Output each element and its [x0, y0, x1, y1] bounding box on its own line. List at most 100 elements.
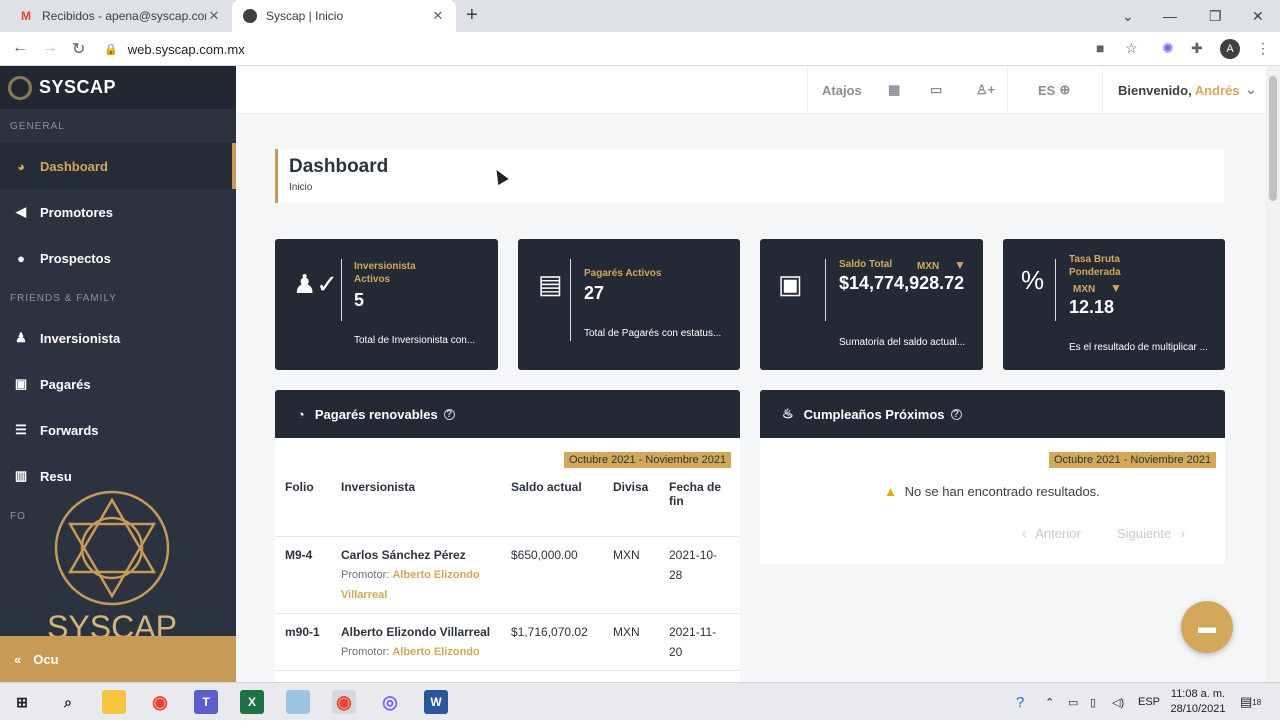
forward-icon[interactable]: → — [42, 39, 58, 57]
card-pagares[interactable]: ▤ Pagarés Activos 27 Total de Pagarés co… — [518, 239, 740, 370]
profile-avatar[interactable]: A — [1220, 39, 1240, 59]
sidebar-item-forwards[interactable]: ☰ Forwards — [0, 407, 236, 453]
prev-page-button[interactable]: ‹ Anterior — [1022, 526, 1081, 541]
gmail-icon: M — [21, 9, 31, 23]
menu-dots-icon[interactable]: ⋮ — [1256, 40, 1270, 57]
lock-icon: 🔒 — [104, 43, 118, 56]
language-selector[interactable]: ES ⊕ — [1038, 66, 1070, 114]
back-icon[interactable]: ← — [12, 39, 28, 57]
tab-title: Recibidos - apena@syscap.com.mx — [42, 9, 206, 23]
currency-label: MXN — [1073, 284, 1096, 295]
browser-tabstrip: M Recibidos - apena@syscap.com.mx ✕ Sysc… — [0, 0, 1280, 32]
table-row[interactable]: m90-1 Alberto Elizondo Villarreal Promot… — [275, 613, 739, 671]
add-user-icon[interactable]: ♙+ — [976, 66, 995, 114]
minimize-button[interactable]: — — [1163, 0, 1177, 32]
double-chevron-left-icon: « — [14, 651, 22, 667]
chrome-icon[interactable]: ◉ — [148, 690, 172, 714]
sidebar-item-label: Prospectos — [40, 250, 111, 266]
collapse-sidebar-button[interactable]: « Ocu — [0, 636, 236, 682]
card-label: Tasa Bruta Ponderada — [1069, 254, 1121, 278]
chat-button[interactable]: ▬ — [1181, 601, 1233, 653]
discord-icon[interactable]: ◎ — [378, 690, 402, 714]
calculator-icon[interactable]: ▦ — [888, 66, 900, 114]
app-icon[interactable] — [286, 690, 310, 714]
tab-search-icon[interactable]: ⌄ — [1122, 0, 1134, 32]
col-fecha-fin[interactable]: Fecha de fin — [659, 472, 739, 537]
balance-cell: $650,000.00 — [501, 536, 603, 614]
card-desc: Total de Pagarés con estatus... — [584, 328, 722, 339]
brand[interactable]: SYSCAP — [0, 66, 236, 109]
sidebar-item-promotores[interactable]: ◀ Promotores — [0, 189, 236, 235]
promoter-prefix: Promotor: — [341, 568, 390, 581]
url-text: web.syscap.com.mx — [127, 41, 245, 57]
new-tab-button[interactable]: + — [466, 4, 478, 27]
card-label: Inversionista Activos — [354, 261, 416, 285]
tab-gmail[interactable]: M Recibidos - apena@syscap.com.mx ✕ — [8, 0, 232, 32]
system-clock[interactable]: 11:08 a. m. 28/10/2021 — [1168, 687, 1228, 717]
chrome-profile-icon[interactable]: ◉ — [332, 690, 356, 714]
help-icon[interactable]: ? — [443, 408, 455, 420]
card-tasa-bruta[interactable]: % Tasa Bruta Ponderada MXN ▼ 12.18 Es el… — [1003, 239, 1225, 370]
tab-syscap[interactable]: Syscap | Inicio ✕ — [232, 0, 456, 32]
sidebar-item-inversionista[interactable]: ♟ Inversionista — [0, 315, 236, 361]
notifications-icon[interactable]: ▤ 18 — [1240, 683, 1261, 721]
end-date-cell: 2021-11-20 — [659, 613, 739, 671]
language-indicator[interactable]: ESP — [1138, 683, 1160, 721]
next-page-button[interactable]: Siguiente › — [1117, 526, 1185, 541]
help-tray-icon[interactable]: ? — [1016, 683, 1024, 721]
teams-icon[interactable]: T — [194, 690, 218, 714]
excel-icon[interactable]: X — [240, 690, 264, 714]
card-label: Pagarés Activos — [584, 268, 662, 279]
user-name: Andrés — [1194, 82, 1240, 98]
reload-icon[interactable]: ↻ — [72, 39, 85, 59]
volume-icon[interactable]: ◁) — [1112, 683, 1124, 721]
empty-state: ▲ No se han encontrado resultados. — [760, 484, 1224, 499]
shortcuts-label: Atajos — [822, 82, 862, 98]
col-folio[interactable]: Folio — [275, 472, 331, 537]
promoter-link[interactable]: Alberto Elizondo — [392, 646, 479, 658]
windows-start-icon[interactable]: ⊞ — [10, 690, 34, 714]
camera-icon[interactable]: ■ — [1096, 40, 1104, 56]
col-saldo[interactable]: Saldo actual — [501, 472, 603, 537]
investor-cell: Alberto Elizondo Villarreal Promotor: Al… — [331, 613, 501, 671]
help-icon[interactable]: ? — [950, 408, 962, 420]
file-explorer-icon[interactable] — [102, 690, 126, 714]
url-field[interactable]: 🔒 web.syscap.com.mx — [104, 36, 1154, 62]
puzzle-icon[interactable]: ✚ — [1191, 40, 1203, 57]
panel-pagares-renovables: ◔ Pagarés renovables ? Octubre 2021 - No… — [275, 390, 740, 682]
user-menu[interactable]: Bienvenido, Andrés ⌄ — [1118, 66, 1256, 114]
bookmark-star-icon[interactable]: ☆ — [1125, 40, 1138, 57]
close-tab-icon[interactable]: ✕ — [206, 8, 222, 24]
panel-header: ◔ Pagarés renovables ? — [275, 390, 740, 438]
user-icon: ♟ — [15, 330, 27, 345]
sidebar-item-pagares[interactable]: ▣ Pagarés — [0, 361, 236, 407]
close-window-button[interactable]: ✕ — [1252, 0, 1264, 32]
panel-header: ♨ Cumpleaños Próximos ? — [760, 390, 1225, 438]
card-value: 12.18 — [1069, 297, 1115, 317]
breadcrumb[interactable]: Inicio — [289, 182, 1213, 193]
battery-icon[interactable]: ▯ — [1090, 683, 1096, 721]
table-row[interactable]: M9-4 Carlos Sánchez Pérez Promotor: Albe… — [275, 536, 739, 614]
extension-color-icon[interactable]: ✺ — [1162, 40, 1174, 57]
syscap-favicon-icon — [242, 8, 258, 24]
chevron-up-icon[interactable]: ⌃ — [1045, 683, 1054, 721]
main-content: Dashboard Inicio ♟✓ Inversionista Activo… — [236, 114, 1266, 682]
col-inversionista[interactable]: Inversionista — [331, 472, 501, 537]
page-scrollbar[interactable] — [1266, 66, 1280, 682]
card-value: 27 — [584, 283, 605, 303]
network-icon[interactable]: ▭ — [1068, 683, 1078, 721]
word-icon[interactable]: W — [424, 690, 448, 714]
sidebar-item-prospectos[interactable]: ● Prospectos — [0, 235, 236, 281]
search-icon[interactable]: ⌕ — [56, 690, 80, 714]
money-icon[interactable]: ▭ — [930, 66, 942, 114]
close-tab-icon[interactable]: ✕ — [430, 8, 446, 24]
sidebar-item-dashboard[interactable]: ◕ Dashboard — [0, 143, 236, 189]
megaphone-icon: ◀ — [16, 204, 26, 219]
currency-selector[interactable]: MXN ▼ — [917, 258, 966, 272]
card-saldo-total[interactable]: ▣ Saldo Total MXN ▼ $14,774,928.72 Sumat… — [760, 239, 983, 370]
currency-selector[interactable]: MXN ▼ — [1073, 281, 1122, 295]
card-inversionistas[interactable]: ♟✓ Inversionista Activos 5 Total de Inve… — [275, 239, 498, 370]
maximize-button[interactable]: ❐ — [1209, 0, 1222, 32]
currency-cell: MXN — [603, 536, 659, 614]
col-divisa[interactable]: Divisa — [603, 472, 659, 537]
